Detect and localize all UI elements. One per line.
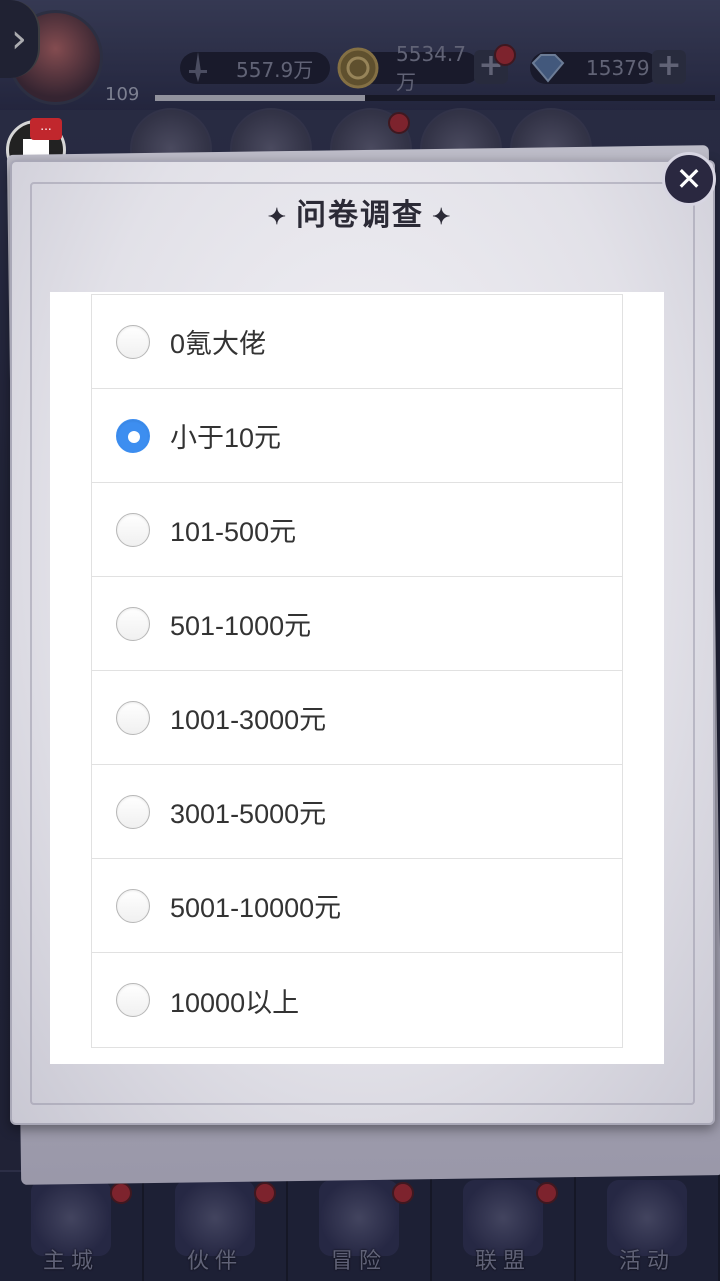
close-button[interactable]: ✕ bbox=[662, 152, 716, 206]
radio-button[interactable] bbox=[116, 324, 150, 359]
radio-button[interactable] bbox=[116, 888, 150, 923]
radio-button[interactable] bbox=[116, 700, 150, 735]
survey-option[interactable]: 5001-10000元 bbox=[92, 859, 622, 953]
survey-option[interactable]: 1001-3000元 bbox=[92, 671, 622, 765]
survey-option[interactable]: 小于10元 bbox=[92, 389, 622, 483]
survey-options-list: 0氪大佬小于10元 101-500元 501-1000元 1001-3000元 3001… bbox=[91, 294, 623, 1048]
radio-button[interactable] bbox=[116, 512, 150, 547]
survey-option-label: 501-1000元 bbox=[170, 611, 312, 641]
dialog-title: ✦ 问卷调查 ✦ bbox=[267, 198, 453, 233]
radio-button-selected[interactable] bbox=[116, 418, 150, 453]
survey-option[interactable]: 0氪大佬 bbox=[92, 295, 622, 389]
survey-option-label: 0氪大佬 bbox=[170, 329, 267, 359]
chat-unread-badge: ... bbox=[30, 118, 62, 140]
survey-option[interactable]: 101-500元 bbox=[92, 483, 622, 577]
sparkle-icon: ✦ bbox=[267, 204, 288, 230]
radio-button[interactable] bbox=[116, 983, 150, 1017]
survey-option-label: 5001-10000元 bbox=[170, 893, 342, 923]
survey-option-label: 1001-3000元 bbox=[170, 705, 327, 735]
survey-option[interactable]: 3001-5000元 bbox=[92, 765, 622, 859]
survey-option-label: 3001-5000元 bbox=[170, 799, 327, 829]
survey-option-label: 101-500元 bbox=[170, 517, 297, 547]
close-icon: ✕ bbox=[675, 160, 703, 198]
radio-button[interactable] bbox=[116, 606, 150, 641]
survey-option-label: 小于10元 bbox=[170, 423, 282, 453]
survey-option[interactable]: 10000以上 bbox=[92, 953, 622, 1047]
radio-button[interactable] bbox=[116, 794, 150, 829]
survey-form: 0氪大佬小于10元 101-500元 501-1000元 1001-3000元 3001… bbox=[50, 292, 664, 1064]
survey-option-label: 10000以上 bbox=[170, 987, 300, 1018]
survey-option[interactable]: 501-1000元 bbox=[92, 577, 622, 671]
sparkle-icon: ✦ bbox=[432, 204, 453, 230]
